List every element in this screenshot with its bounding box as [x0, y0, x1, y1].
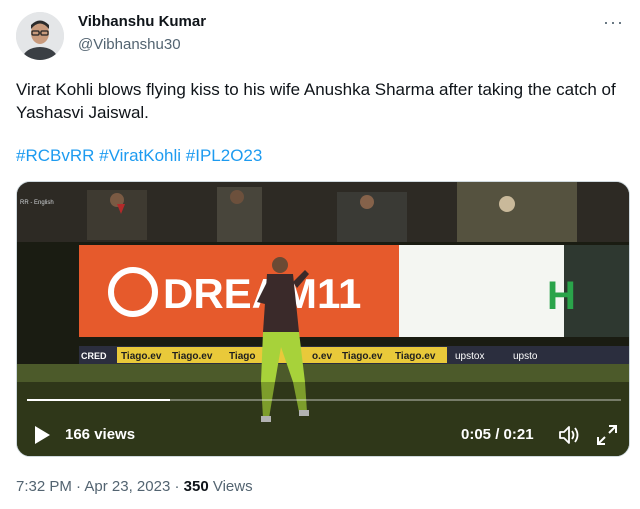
tweet-date[interactable]: Apr 23, 2023 — [84, 478, 170, 495]
hashtag-rcbvrr[interactable]: #RCBvRR — [16, 146, 94, 165]
tweet-meta: 7:32 PM · Apr 23, 2023 · 350 Views — [16, 478, 253, 495]
views-count: 350 — [183, 478, 209, 495]
volume-icon[interactable] — [557, 423, 581, 447]
hashtag-ipl2023[interactable]: #IPL2O23 — [186, 146, 263, 165]
video-frame: RR - English H DREAM11 CRED Tiago.ev Tia… — [17, 182, 629, 456]
play-icon[interactable] — [31, 424, 53, 446]
tweet-card: Vibhanshu Kumar @Vibhanshu30 ··· Virat K… — [0, 0, 640, 509]
meta-separator: · — [76, 478, 82, 495]
video-progress-fill — [27, 399, 170, 401]
video-views: 166 views — [65, 426, 136, 443]
fullscreen-icon[interactable] — [595, 423, 619, 447]
author-handle[interactable]: @Vibhanshu30 — [78, 36, 181, 53]
broadcast-tag: RR - English — [20, 200, 54, 206]
sponsor-upstox-2: upsto — [513, 351, 538, 362]
video-progress-bar[interactable] — [27, 399, 621, 401]
sponsor-cred: CRED — [81, 351, 107, 361]
sponsor-tiago-1: Tiago.ev — [121, 351, 162, 362]
video-time: 0:05 / 0:21 — [461, 426, 534, 443]
sponsor-tiago-4: o.ev — [312, 351, 332, 362]
hashtag-viratkohli[interactable]: #ViratKohli — [99, 146, 181, 165]
sponsor-tiago-2: Tiago.ev — [172, 351, 213, 362]
sponsor-tiago-6: Tiago.ev — [395, 351, 436, 362]
sponsor-tiago-3: Tiago — [229, 351, 255, 362]
views-label: Views — [212, 478, 253, 495]
meta-separator-2: · — [174, 478, 180, 495]
more-options-icon[interactable]: ··· — [603, 12, 624, 33]
sponsor-upstox-1: upstox — [455, 351, 484, 362]
board-letter: H — [547, 274, 576, 318]
tweet-text: Virat Kohli blows flying kiss to his wif… — [16, 80, 616, 122]
video-player[interactable]: RR - English H DREAM11 CRED Tiago.ev Tia… — [16, 181, 630, 457]
author-avatar[interactable] — [16, 12, 64, 60]
sponsor-tiago-5: Tiago.ev — [342, 351, 383, 362]
tweet-time[interactable]: 7:32 PM — [16, 478, 72, 495]
hashtag-list: #RCBvRR #ViratKohli #IPL2O23 — [16, 146, 262, 166]
author-name[interactable]: Vibhanshu Kumar — [78, 13, 206, 30]
